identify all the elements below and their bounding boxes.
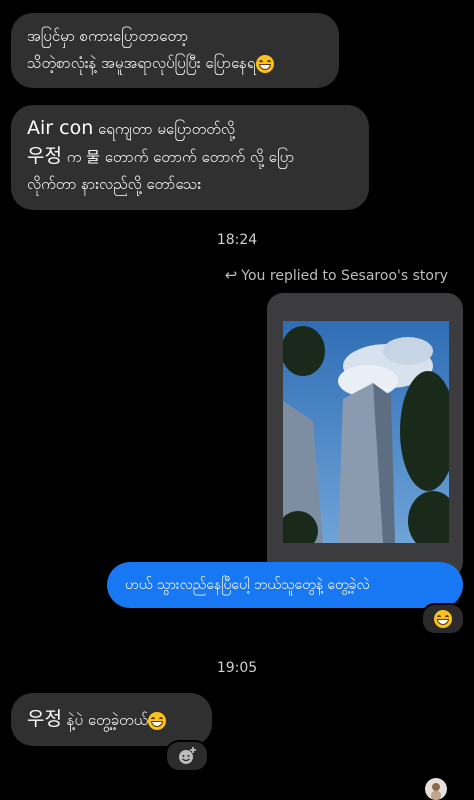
message-text: နဲ့ပဲ တွေ့ခဲ့တယ် bbox=[61, 711, 149, 729]
incoming-message-3[interactable]: 우정 နဲ့ပဲ တွေ့ခဲ့တယ် bbox=[11, 693, 212, 746]
outgoing-message[interactable]: ဟယ် သွားလည်နေပြီပေါ့ ဘယ်သူတွေနဲ့ တွေ့ခဲ့… bbox=[107, 562, 463, 608]
grinning-face-icon bbox=[434, 610, 452, 628]
grinning-face-icon bbox=[148, 711, 167, 730]
grinning-face-icon bbox=[255, 54, 274, 73]
message-text-line: လိုက်တာ နားလည်လို့ တော်သေး bbox=[27, 175, 202, 193]
add-reaction-icon bbox=[179, 747, 196, 764]
add-reaction-button[interactable] bbox=[165, 740, 209, 772]
incoming-message-1[interactable]: အပြင်မှာ စကားပြောတာတော့ သိတဲ့စာလုံးနဲ့ အ… bbox=[11, 13, 339, 88]
reply-arrow-icon: ↩ bbox=[224, 266, 238, 284]
timestamp: 19:05 bbox=[216, 660, 258, 676]
story-reply-note: ↩ You replied to Sesaroo's story bbox=[225, 266, 448, 284]
story-reply-label: You replied to Sesaroo's story bbox=[241, 268, 448, 284]
story-preview-card[interactable] bbox=[267, 293, 463, 578]
story-image bbox=[283, 321, 449, 543]
message-text-emphasis: 우정 bbox=[27, 145, 62, 167]
reaction-badge[interactable] bbox=[421, 603, 465, 635]
message-text-emphasis: 우정 bbox=[27, 708, 62, 730]
timestamp: 18:24 bbox=[216, 232, 258, 248]
seen-avatar bbox=[425, 778, 447, 800]
message-text: က 물 တောက် တောက် တောက် လို့ ပြော bbox=[61, 148, 295, 166]
message-text-line: သိတဲ့စာလုံးနဲ့ အမူအရာလုပ်ပြပြီး ပြောနေရ bbox=[27, 54, 256, 72]
incoming-message-2[interactable]: Air con ရေကျတာ မပြောတတ်လို့ 우정 က 물 တောက်… bbox=[11, 105, 369, 210]
message-text: ရေကျတာ မပြောတတ်လို့ bbox=[93, 120, 235, 138]
message-text-line: အပြင်မှာ စကားပြောတာတော့ bbox=[27, 27, 189, 45]
message-text-emphasis: Air con bbox=[27, 117, 94, 139]
